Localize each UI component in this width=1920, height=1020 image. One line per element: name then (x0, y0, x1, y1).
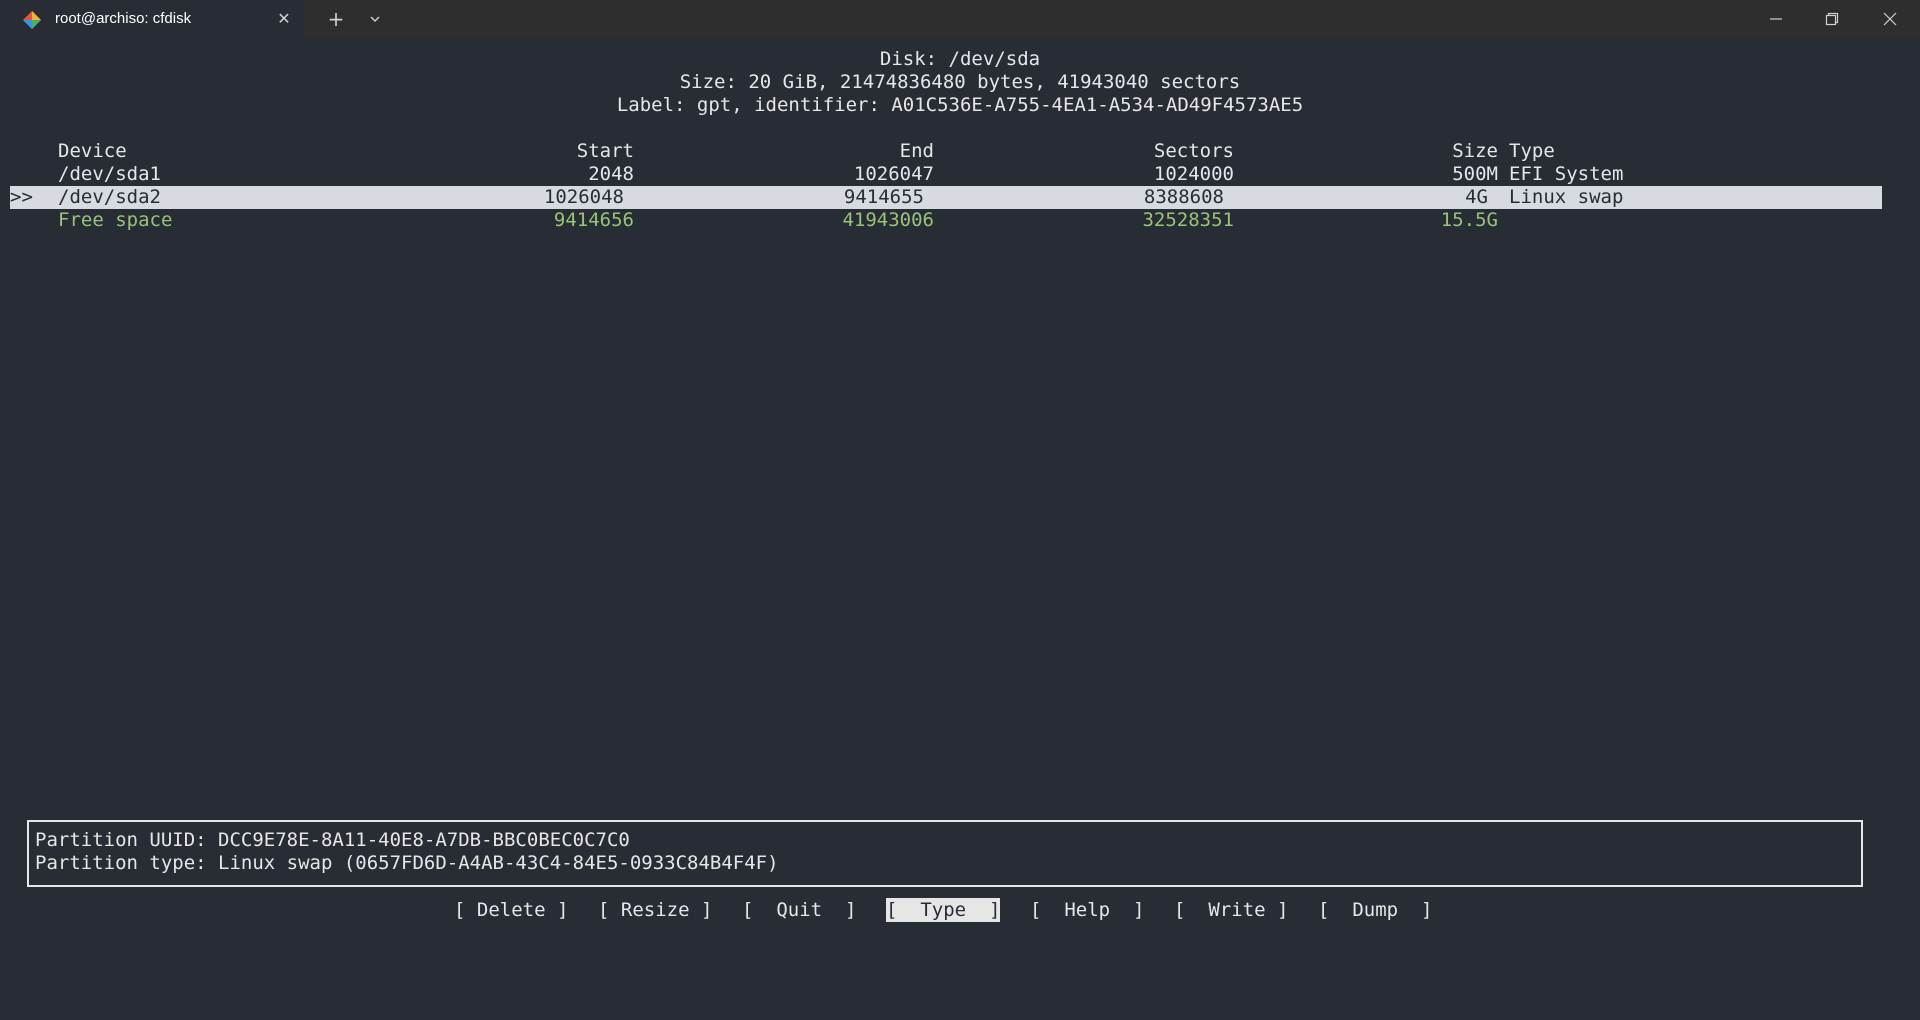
disk-label: Label: gpt, identifier: A01C536E-A755-4E… (616, 94, 1304, 116)
table-row-selected[interactable]: >> /dev/sda2 1026048 9414655 8388608 4G … (10, 186, 1882, 209)
header-type: Type (1509, 140, 1555, 162)
row-start: 9414656 (553, 209, 634, 231)
disk-name: Disk: /dev/sda (879, 48, 1041, 70)
row-sectors: 32528351 (1142, 209, 1234, 231)
row-size: 4G (1465, 186, 1488, 208)
help-button[interactable]: [ Help ] (1030, 898, 1144, 922)
restore-icon[interactable] (1812, 0, 1852, 38)
partition-type: Partition type: Linux swap (0657FD6D-A4A… (35, 852, 779, 874)
close-window-icon[interactable] (1870, 0, 1910, 38)
row-start: 1026048 (543, 186, 624, 208)
tab-title: root@archiso: cfdisk (55, 10, 192, 27)
terminal-area[interactable]: Disk: /dev/sda Size: 20 GiB, 21474836480… (0, 38, 1920, 1020)
row-end: 1026047 (853, 163, 934, 185)
table-header: Device Start End Sectors Size Type (0, 140, 1920, 163)
row-sectors: 1024000 (1153, 163, 1234, 185)
row-end: 41943006 (842, 209, 934, 231)
header-device: Device (58, 140, 127, 162)
close-tab-icon[interactable]: ✕ (274, 9, 294, 29)
row-device: /dev/sda2 (58, 186, 161, 208)
row-device: Free space (58, 209, 173, 231)
dump-button[interactable]: [ Dump ] (1318, 898, 1432, 922)
quit-button[interactable]: [ Quit ] (742, 898, 856, 922)
delete-button[interactable]: [ Delete ] (454, 898, 568, 922)
type-button[interactable]: [ Type ] (886, 898, 1001, 922)
header-size: Size (1452, 140, 1498, 162)
row-start: 2048 (588, 163, 634, 185)
partition-uuid: Partition UUID: DCC9E78E-8A11-40E8-A7DB-… (35, 829, 630, 851)
title-bar: root@archiso: cfdisk ✕ + (0, 0, 1920, 38)
selection-marker: >> (10, 186, 33, 208)
resize-button[interactable]: [ Resize ] (598, 898, 712, 922)
write-button[interactable]: [ Write ] (1174, 898, 1288, 922)
table-row[interactable]: /dev/sda1 2048 1026047 1024000 500M EFI … (0, 163, 1920, 186)
header-sectors: Sectors (1153, 140, 1234, 162)
tab-dropdown-icon[interactable] (362, 0, 388, 38)
terminal-tab[interactable]: root@archiso: cfdisk ✕ (0, 0, 304, 38)
header-end: End (899, 140, 934, 162)
terminal-app-icon (23, 11, 41, 29)
row-type: Linux swap (1509, 186, 1624, 208)
header-start: Start (576, 140, 634, 162)
row-device: /dev/sda1 (58, 163, 161, 185)
row-size: 500M (1452, 163, 1498, 185)
row-sectors: 8388608 (1143, 186, 1224, 208)
minimize-icon[interactable] (1756, 0, 1796, 38)
row-end: 9414655 (843, 186, 924, 208)
new-tab-button[interactable]: + (322, 0, 350, 38)
table-row-free-space[interactable]: Free space 9414656 41943006 32528351 15.… (0, 209, 1920, 232)
row-type: EFI System (1509, 163, 1624, 185)
row-size: 15.5G (1440, 209, 1498, 231)
disk-size: Size: 20 GiB, 21474836480 bytes, 4194304… (679, 71, 1241, 93)
partition-info-box: Partition UUID: DCC9E78E-8A11-40E8-A7DB-… (27, 820, 1863, 887)
